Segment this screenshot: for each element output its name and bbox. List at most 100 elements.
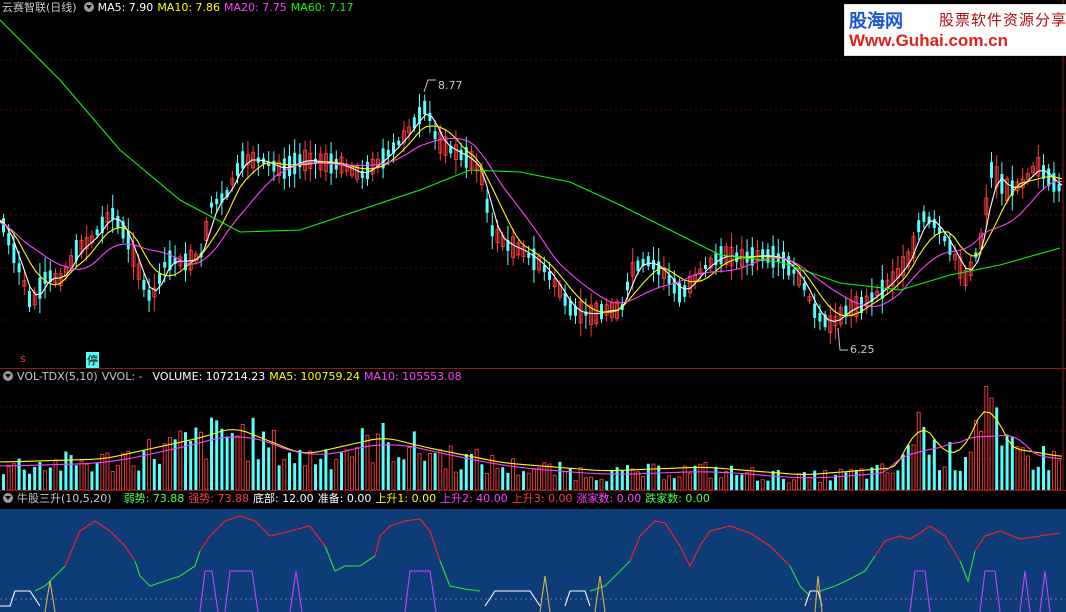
ma60-label: MA60: 7.17 (290, 1, 354, 14)
volume-bar (698, 463, 703, 490)
volume-bar (225, 436, 229, 490)
volume-bar (459, 469, 463, 490)
volume-bar (474, 448, 479, 490)
candle-body (542, 265, 546, 273)
volume-bar (522, 471, 525, 490)
prep-signal-line (44, 580, 56, 612)
prep-signal-line (539, 575, 551, 612)
volume-bar (64, 451, 68, 490)
candle-body (147, 289, 151, 301)
volume-bar (11, 463, 16, 490)
volume-bar (6, 466, 11, 490)
indicator-menu-icon[interactable] (3, 493, 13, 503)
rise-signal-line (199, 570, 219, 612)
volume-bar (854, 469, 858, 490)
indicator-pane-header: 牛股三升(10,5,20) 弱势: 73.88 强势: 73.88 底部: 12.00… (0, 491, 714, 507)
volume-bar (677, 476, 682, 490)
volume-bar (589, 476, 594, 490)
weakness-line (819, 555, 876, 592)
ruoshi-label: 弱势: 73.88 (123, 492, 185, 505)
candle-body (932, 219, 936, 229)
volume-bar (672, 478, 676, 490)
volume-bar (911, 444, 916, 490)
candle-body (667, 275, 671, 284)
volume-bar (115, 465, 120, 490)
volume-bar (552, 474, 557, 490)
volume-bar (282, 459, 287, 490)
volume-bar (745, 471, 750, 490)
candle-body (210, 202, 213, 208)
volume-bar (298, 449, 302, 490)
volume-menu-icon[interactable] (3, 371, 13, 381)
candle-body (563, 292, 567, 306)
volume-bar (423, 460, 427, 490)
candle-body (704, 264, 707, 270)
volume-bar (916, 411, 921, 490)
volume-bar (74, 465, 78, 490)
settings-menu-icon[interactable] (83, 2, 94, 12)
volume-chart[interactable] (0, 369, 1066, 490)
volume-bar (968, 451, 973, 490)
volume-bar (245, 460, 250, 490)
weakness-line (589, 560, 631, 592)
watermark-logo: 股海网 股票软件资源分享 Www.Guhai.com.cn (844, 4, 1066, 56)
volume-bar (33, 466, 37, 490)
volume-bar (334, 459, 339, 490)
candle-body (282, 158, 286, 179)
volume-bar (391, 461, 396, 490)
volume-bar (703, 462, 708, 490)
volume-bar (271, 429, 276, 490)
stock-chart-window: 股海网 股票软件资源分享 Www.Guhai.com.cn 云赛智联(日线) MA… (0, 0, 1066, 612)
volume-pane[interactable]: VOL-TDX(5,10) VVOL: - VOLUME: 107214.23 MA5… (0, 369, 1066, 490)
volume-bar (740, 474, 744, 490)
volume-bar (158, 463, 161, 490)
indicator-chart[interactable] (0, 491, 1066, 612)
candle-body (38, 277, 42, 299)
volume-bar (402, 459, 406, 490)
volume-bar (760, 479, 765, 490)
volume-bar (786, 482, 791, 490)
rise-signal-line (909, 570, 931, 612)
candle-body (116, 215, 120, 228)
volume-bar (147, 439, 152, 490)
candle-body (397, 140, 401, 146)
candle-body (459, 149, 463, 160)
volume-bar (412, 431, 416, 490)
volume-bar (714, 466, 718, 490)
volume-bar (501, 467, 505, 490)
vvol-label: VVOL: - (101, 370, 143, 383)
volume-bar (849, 469, 854, 490)
volume-bar (578, 467, 583, 490)
candle-body (1000, 173, 1004, 194)
volume-bar (2, 474, 5, 490)
candle-body (636, 260, 640, 271)
volume-bar (506, 472, 510, 490)
volume-bar (1047, 470, 1051, 490)
volume-bar (870, 467, 874, 490)
watermark-slogan: 股票软件资源分享 (939, 11, 1066, 29)
volume-bar (381, 422, 385, 490)
volume-bar (43, 470, 48, 490)
low-pointer (837, 327, 848, 351)
volume-bar (682, 465, 687, 490)
volume-bar (464, 454, 468, 490)
volume-bar (438, 449, 443, 490)
rise-signal-line (1039, 570, 1051, 612)
high-pointer (423, 79, 436, 93)
indicator-pane[interactable]: 牛股三升(10,5,20) 弱势: 73.88 强势: 73.88 底部: 12.00… (0, 491, 1066, 612)
weakness-line (959, 550, 976, 583)
volume-bar (766, 480, 770, 490)
ma10-label: MA10: 7.86 (157, 1, 221, 14)
strength-line (374, 518, 441, 562)
volume-bar (189, 440, 193, 490)
candle-body (215, 198, 219, 205)
candle-body (990, 162, 993, 178)
volume-bar (1036, 466, 1040, 490)
volume-bar (204, 458, 209, 490)
shangsheng1-label: 上升1: 0.00 (375, 492, 437, 505)
volume-bar (948, 442, 952, 490)
volume-bar (324, 449, 328, 490)
candle-body (548, 271, 551, 280)
strength-line (974, 530, 1061, 552)
volume-bar (485, 473, 490, 490)
